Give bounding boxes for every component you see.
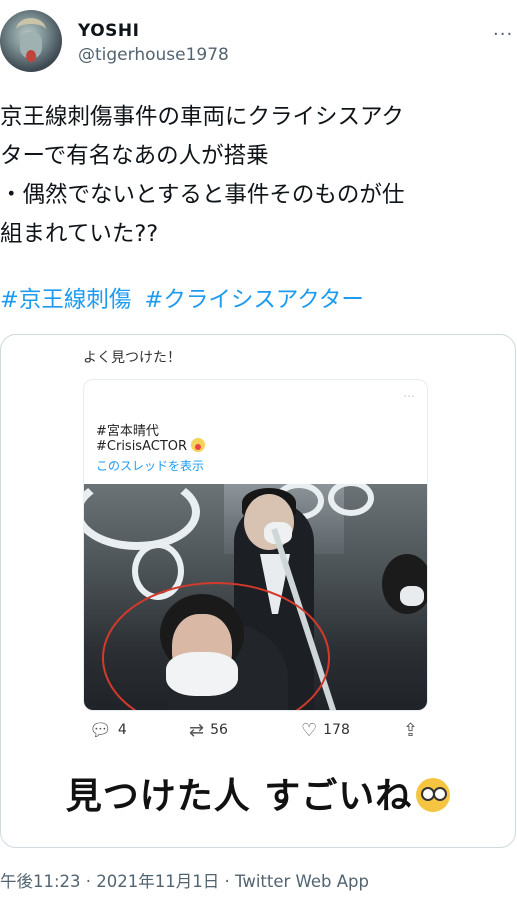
retweet-count: 56 [210, 722, 228, 738]
clown-emoji-icon [191, 438, 206, 452]
train-photo [84, 484, 427, 710]
more-options-icon[interactable]: ··· [493, 24, 513, 45]
heart-icon: ♡ [301, 720, 318, 741]
share-icon: ⇪ [403, 720, 419, 741]
reply-icon: 💬︎ [89, 720, 112, 741]
passenger-right-mask [400, 586, 424, 606]
media-caption: 見つけた人 すごいね [1, 767, 515, 819]
display-name[interactable]: YOSHI [78, 21, 139, 41]
media-image[interactable]: よく見つけた！ … #宮本晴代 #CrisisACTOR このスレッドを表示 💬… [0, 334, 516, 848]
embedded-action-bar: 💬︎ 4 ⇄ 56 ♡ 178 ⇪ [1, 720, 515, 750]
share-action: ⇪ [403, 720, 424, 741]
reply-action: 💬︎ 4 [89, 720, 127, 741]
embedded-tweet-card: … #宮本晴代 #CrisisACTOR このスレッドを表示 [83, 379, 428, 711]
tweet-timestamp[interactable]: 午後11:23 · 2021年11月1日 · Twitter Web App [0, 868, 369, 892]
embedded-hashtag-row: #CrisisACTOR [96, 438, 206, 454]
flushed-face-icon [416, 778, 451, 812]
hand-strap [84, 484, 200, 550]
retweet-icon: ⇄ [189, 720, 205, 741]
hashtag-link[interactable]: #京王線刺傷 [0, 287, 131, 313]
reply-count: 4 [117, 722, 127, 738]
show-thread-link: このスレッドを表示 [96, 459, 205, 473]
like-action: ♡ 178 [301, 720, 350, 741]
embedded-hashtag: #宮本晴代 [96, 424, 159, 439]
retweet-action: ⇄ 56 [189, 720, 228, 741]
hashtag-link[interactable]: #クライシスアクター [145, 287, 364, 313]
like-count: 178 [323, 722, 350, 738]
media-top-text: よく見つけた！ [83, 350, 181, 366]
embedded-more-icon: … [403, 386, 415, 400]
avatar[interactable] [0, 10, 62, 72]
embedded-hashtag: #CrisisACTOR [96, 439, 188, 454]
tweet-header: YOSHI @tigerhouse1978 ··· [0, 0, 517, 86]
hand-strap [328, 484, 374, 516]
hashtag-row: #京王線刺傷 #クライシスアクター [0, 282, 370, 314]
media-caption-text: 見つけた人 すごいね [65, 776, 413, 817]
user-handle[interactable]: @tigerhouse1978 [78, 45, 229, 65]
tweet-text: 京王線刺傷事件の車両にクライシスアク ターで有名なあの人が搭乗 ・偶然でないとす… [0, 104, 405, 247]
avatar-tongue [26, 50, 36, 62]
